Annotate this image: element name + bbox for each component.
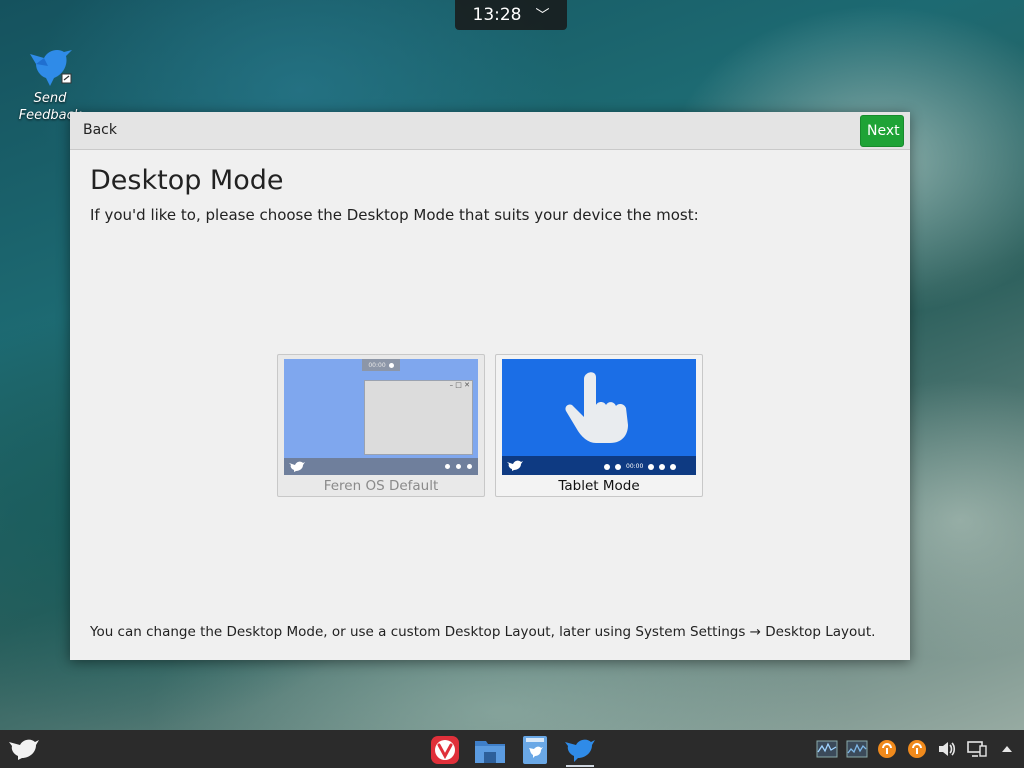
tablet-mode-preview: 00:00 (502, 359, 696, 475)
start-menu-button[interactable] (8, 736, 40, 762)
footer-note: You can change the Desktop Mode, or use … (90, 624, 876, 640)
mode-label: Feren OS Default (323, 478, 439, 494)
feren-bird-icon (565, 739, 595, 762)
system-monitor-icon (816, 740, 838, 758)
next-button[interactable]: Next (860, 115, 904, 147)
window-controls-icon: – □ ✕ (449, 381, 470, 389)
mode-option-tablet[interactable]: 00:00 Tablet Mode (495, 354, 703, 497)
page-title: Desktop Mode (90, 165, 284, 196)
clock-time: 13:28 (472, 5, 522, 25)
tray-update-1[interactable] (876, 738, 898, 760)
taskbar-app-vivaldi[interactable] (427, 733, 463, 767)
preview-taskbar (284, 458, 478, 475)
bird-icon (507, 460, 523, 471)
taskbar-app-store[interactable] (517, 733, 553, 767)
update-icon (878, 740, 896, 758)
pointing-hand-icon (565, 372, 628, 443)
desktop: 13:28 ﹀ Send Feedback Back Next Desktop … (0, 0, 1024, 768)
taskbar (0, 730, 1024, 768)
preview-window: – □ ✕ (364, 380, 473, 455)
feren-bird-icon (9, 739, 39, 760)
tray-system-monitor[interactable] (816, 738, 838, 760)
store-icon (523, 736, 547, 764)
preview-dot-icon (388, 362, 394, 368)
network-monitor-icon (846, 740, 868, 758)
preview-clock: 00:00 (362, 359, 400, 371)
dialog-header: Back Next (70, 112, 910, 150)
tray-expand[interactable] (996, 738, 1018, 760)
expand-tray-icon (1002, 746, 1012, 752)
mode-label: Tablet Mode (558, 478, 640, 494)
vivaldi-icon (431, 736, 459, 764)
volume-icon (939, 742, 956, 756)
bird-icon (289, 461, 305, 472)
feedback-bird-icon (30, 50, 72, 86)
chevron-down-icon[interactable]: ﹀ (536, 5, 550, 25)
file-manager-icon (475, 741, 505, 763)
preview-tray-dots (445, 464, 472, 469)
page-subtitle: If you'd like to, please choose the Desk… (90, 206, 699, 224)
mode-option-feren-default[interactable]: 00:00 – □ ✕ Feren OS Default (277, 354, 485, 497)
preview-tray-dots: 00:00 (604, 463, 677, 470)
taskbar-app-files[interactable] (472, 733, 508, 767)
tray-display[interactable] (966, 738, 988, 760)
display-icon (967, 741, 987, 757)
top-clock-panel[interactable]: 13:28 ﹀ (455, 0, 567, 30)
desktop-mode-dialog: Back Next Desktop Mode If you'd like to,… (70, 112, 910, 660)
tray-update-2[interactable] (906, 738, 928, 760)
default-mode-preview: 00:00 – □ ✕ (284, 359, 478, 475)
tray-network-monitor[interactable] (846, 738, 868, 760)
tray-volume[interactable] (936, 738, 958, 760)
back-button[interactable]: Back (76, 118, 124, 142)
update-icon (908, 740, 926, 758)
preview-taskbar: 00:00 (502, 456, 696, 475)
system-tray (816, 736, 1018, 762)
preview-clock-text: 00:00 (626, 463, 644, 470)
taskbar-app-welcome[interactable] (562, 733, 598, 767)
preview-clock-text: 00:00 (368, 361, 386, 369)
